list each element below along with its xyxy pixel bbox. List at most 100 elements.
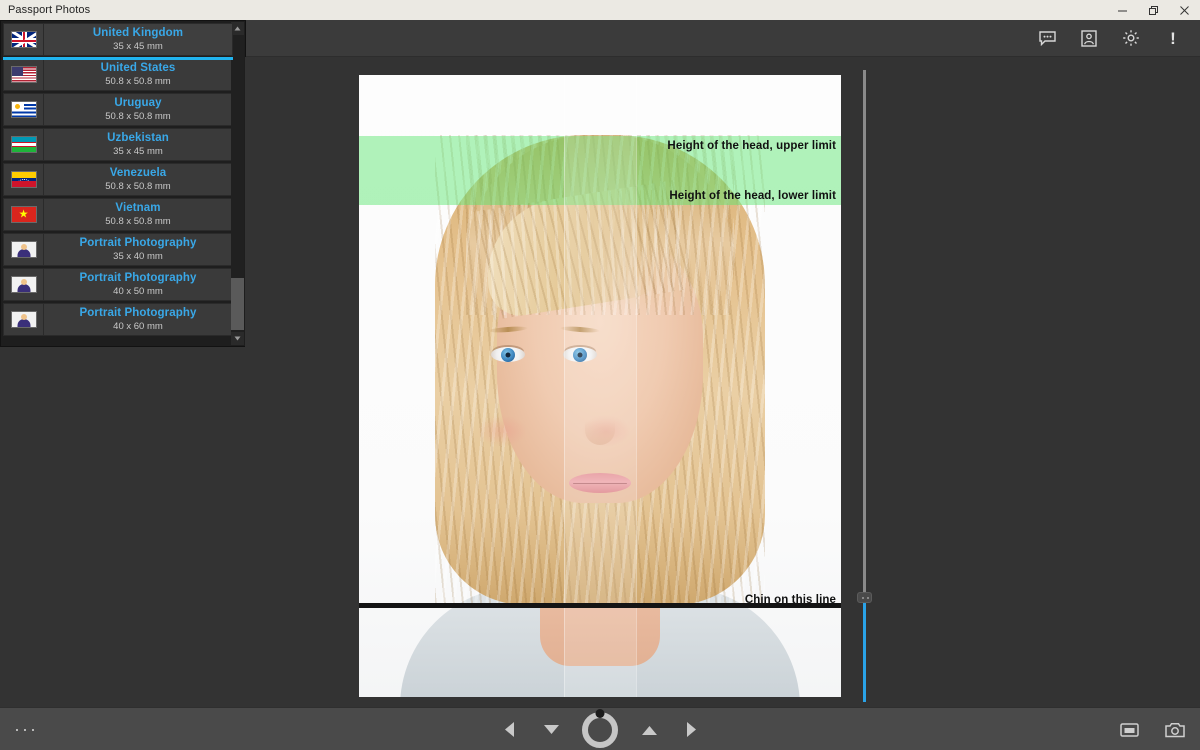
portrait-icon: [4, 304, 44, 335]
camera-icon[interactable]: [1158, 713, 1192, 747]
portrait-icon: [4, 269, 44, 300]
flag-icon: [4, 59, 44, 90]
rotate-down-button[interactable]: [540, 715, 562, 745]
flag-graphic: [10, 311, 37, 328]
format-size: 35 x 40 mm: [113, 250, 163, 262]
format-list-item-text: United States 50.8 x 50.8 mm: [44, 59, 232, 90]
app-window: Passport Photos ! United Kingdom 35 x 45…: [0, 0, 1200, 750]
title-bar: Passport Photos: [0, 0, 1200, 20]
window-title: Passport Photos: [8, 4, 91, 16]
format-list-item[interactable]: Uruguay 50.8 x 50.8 mm: [3, 93, 233, 126]
next-photo-button[interactable]: [680, 715, 702, 745]
bottom-center-controls: [498, 708, 702, 750]
format-list-item[interactable]: Portrait Photography 35 x 40 mm: [3, 233, 233, 266]
flag-icon: [4, 129, 44, 160]
flag-graphic: [10, 101, 37, 118]
flag-icon: [4, 164, 44, 195]
flag-graphic: [10, 241, 37, 258]
restore-button[interactable]: [1138, 0, 1169, 20]
format-name: Venezuela: [109, 167, 167, 180]
flag-graphic: [10, 66, 37, 83]
info-icon[interactable]: !: [1152, 20, 1194, 56]
format-name: United States: [100, 62, 176, 75]
passport-frame-icon[interactable]: [1068, 20, 1110, 56]
format-list-scrollbar[interactable]: [231, 22, 244, 345]
scroll-down-button[interactable]: [231, 332, 244, 345]
mouth: [569, 473, 631, 493]
label-head-upper-limit: Height of the head, upper limit: [667, 140, 836, 152]
format-size: 50.8 x 50.8 mm: [105, 215, 171, 227]
flag-graphic: [10, 171, 37, 188]
photo-canvas[interactable]: Height of the head, upper limit Height o…: [245, 57, 1200, 707]
top-toolbar-icons: !: [1026, 20, 1194, 56]
eye-right: [563, 347, 597, 362]
format-list-item-text: Venezuela 50.8 x 50.8 mm: [44, 164, 232, 195]
slider-track-upper[interactable]: [863, 70, 866, 594]
format-list-item[interactable]: Portrait Photography 40 x 60 mm: [3, 303, 233, 336]
gear-icon[interactable]: [1110, 20, 1152, 56]
format-list-item-text: Portrait Photography 35 x 40 mm: [44, 234, 232, 265]
format-name: Vietnam: [115, 202, 161, 215]
close-button[interactable]: [1169, 0, 1200, 20]
save-icon[interactable]: [1112, 713, 1146, 747]
top-toolbar: !: [245, 20, 1200, 57]
label-head-lower-limit: Height of the head, lower limit: [669, 190, 836, 202]
format-size: 50.8 x 50.8 mm: [105, 180, 171, 192]
format-list-item[interactable]: Venezuela 50.8 x 50.8 mm: [3, 163, 233, 196]
slider-track-lower[interactable]: [863, 603, 866, 702]
scrollbar-track[interactable]: [231, 35, 244, 332]
format-size: 35 x 45 mm: [113, 40, 163, 52]
format-size: 40 x 60 mm: [113, 320, 163, 332]
format-name: Uzbekistan: [107, 132, 169, 145]
format-list-item-text: Uzbekistan 35 x 45 mm: [44, 129, 232, 160]
format-name: United Kingdom: [92, 27, 184, 40]
format-size: 40 x 50 mm: [113, 285, 163, 297]
previous-photo-button[interactable]: [498, 715, 520, 745]
window-controls: [1107, 0, 1200, 20]
rotate-up-button[interactable]: [638, 715, 660, 745]
cheek-left: [477, 415, 527, 447]
flag-graphic: [10, 276, 37, 293]
format-size: 50.8 x 50.8 mm: [105, 75, 171, 87]
nose: [585, 405, 615, 445]
flag-graphic: [10, 136, 37, 153]
format-list[interactable]: United Kingdom 35 x 45 mm United States 50.…: [3, 23, 233, 344]
format-list-item-text: Uruguay 50.8 x 50.8 mm: [44, 94, 232, 125]
slider-handle-grip: [861, 596, 870, 600]
info-icon-glyph: !: [1170, 28, 1176, 48]
slider-handle[interactable]: [857, 592, 872, 603]
minimize-button[interactable]: [1107, 0, 1138, 20]
format-list-item[interactable]: United States 50.8 x 50.8 mm: [3, 58, 233, 91]
flag-graphic: ★: [10, 206, 37, 223]
format-name: Portrait Photography: [79, 237, 197, 250]
flag-icon: ★: [4, 199, 44, 230]
vertical-crop-slider[interactable]: [857, 70, 872, 702]
format-list-item[interactable]: Portrait Photography 40 x 50 mm: [3, 268, 233, 301]
eye-left: [491, 347, 525, 362]
format-list-panel: United Kingdom 35 x 45 mm United States 50.…: [0, 20, 246, 347]
format-list-item-text: Portrait Photography 40 x 50 mm: [44, 269, 232, 300]
flag-graphic: [10, 31, 37, 48]
format-list-item-text: Portrait Photography 40 x 60 mm: [44, 304, 232, 335]
bottom-right-controls: [1112, 708, 1192, 750]
flag-icon: [4, 24, 44, 55]
scrollbar-thumb[interactable]: [231, 278, 244, 330]
comment-icon[interactable]: [1026, 20, 1068, 56]
portrait-icon: [4, 234, 44, 265]
format-name: Portrait Photography: [79, 307, 197, 320]
format-list-item-text: United Kingdom 35 x 45 mm: [44, 24, 232, 55]
bottom-toolbar: ···: [0, 707, 1200, 750]
format-list-item-text: Vietnam 50.8 x 50.8 mm: [44, 199, 232, 230]
flag-icon: [4, 94, 44, 125]
format-size: 50.8 x 50.8 mm: [105, 110, 171, 122]
overflow-menu-button[interactable]: ···: [14, 720, 38, 738]
passport-photo-preview[interactable]: Height of the head, upper limit Height o…: [359, 75, 841, 697]
format-name: Uruguay: [114, 97, 162, 110]
format-list-item[interactable]: ★ Vietnam 50.8 x 50.8 mm: [3, 198, 233, 231]
format-name: Portrait Photography: [79, 272, 197, 285]
format-list-item[interactable]: United Kingdom 35 x 45 mm: [3, 23, 233, 60]
format-list-item[interactable]: Uzbekistan 35 x 45 mm: [3, 128, 233, 161]
rotation-dial[interactable]: [582, 711, 618, 748]
chin-guide-line: [359, 603, 841, 608]
format-size: 35 x 45 mm: [113, 145, 163, 157]
